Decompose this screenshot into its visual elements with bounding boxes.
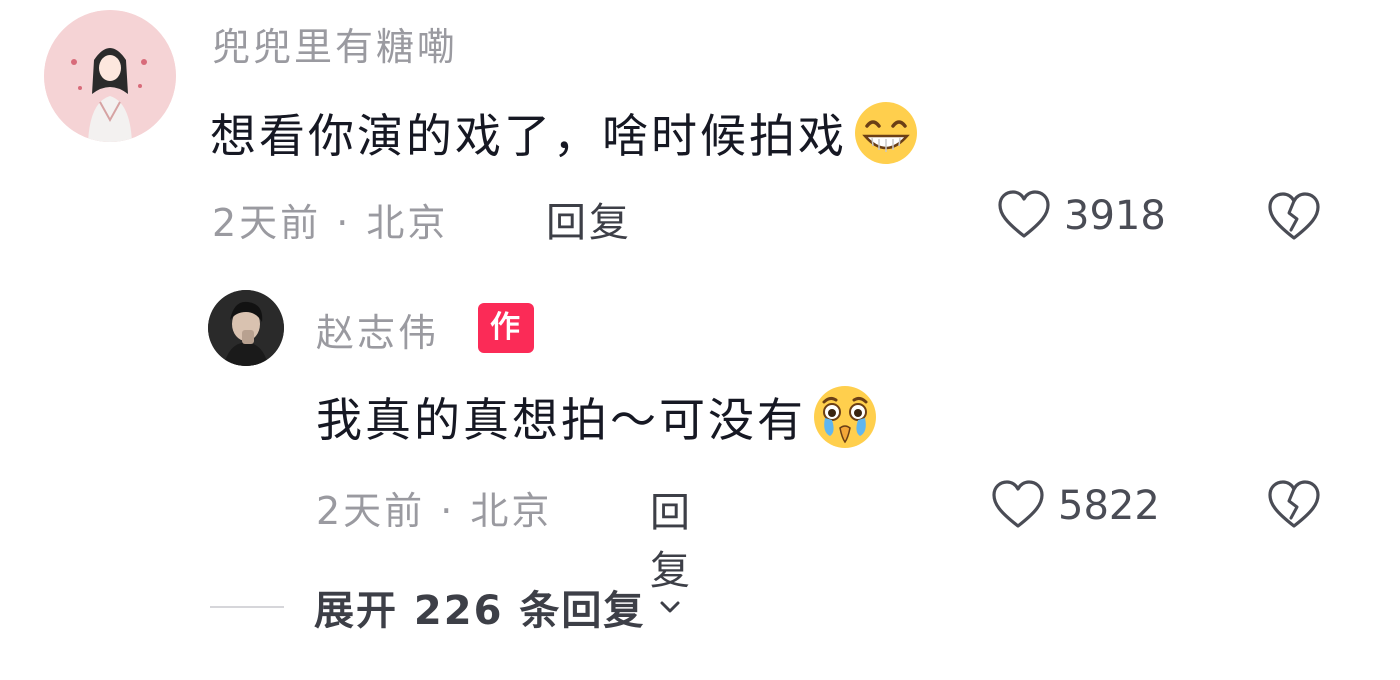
divider: [210, 606, 284, 608]
comment-text: 想看你演的戏了，啥时候拍戏: [210, 100, 919, 166]
reply-text-content: 我真的真想拍～可没有: [316, 393, 806, 447]
avatar[interactable]: [208, 290, 284, 366]
dislike-button[interactable]: [1266, 478, 1322, 534]
avatar-photo: [208, 290, 284, 366]
grinning-face-emoji-icon: [855, 102, 917, 164]
like-button[interactable]: 3918: [996, 188, 1166, 244]
reply-username[interactable]: 赵志伟: [316, 302, 439, 357]
avatar[interactable]: [44, 10, 176, 142]
expand-replies-row: 展开 226 条回复: [210, 578, 685, 636]
like-count: 5822: [1058, 483, 1160, 529]
comment-text-content: 想看你演的戏了，啥时候拍戏: [210, 109, 847, 163]
broken-heart-icon: [1268, 480, 1320, 528]
comment-item: 兜兜里有糖嘞 想看你演的戏了，啥时候拍戏 2天前 · 北京 回复 3918: [0, 0, 1400, 260]
comment-time-location: 2天前 · 北京: [212, 201, 449, 245]
avatar-illustration: [44, 10, 176, 142]
expand-replies-button[interactable]: 展开 226 条回复: [314, 578, 685, 636]
dislike-button[interactable]: [1266, 190, 1322, 246]
reply-button[interactable]: 回复: [546, 190, 632, 248]
author-badge: 作者: [478, 303, 534, 395]
heart-icon: [998, 190, 1050, 238]
like-count: 3918: [1064, 193, 1166, 239]
crying-face-emoji-icon: [814, 386, 876, 448]
comment-username[interactable]: 兜兜里有糖嘞: [212, 16, 458, 71]
like-button[interactable]: 5822: [990, 478, 1160, 534]
chevron-down-icon: [660, 601, 680, 613]
broken-heart-icon: [1268, 192, 1320, 240]
expand-replies-label: 展开 226 条回复: [314, 588, 646, 634]
heart-icon: [992, 480, 1044, 528]
reply-time-location: 2天前 · 北京: [316, 489, 553, 533]
reply-text: 我真的真想拍～可没有: [316, 384, 878, 450]
